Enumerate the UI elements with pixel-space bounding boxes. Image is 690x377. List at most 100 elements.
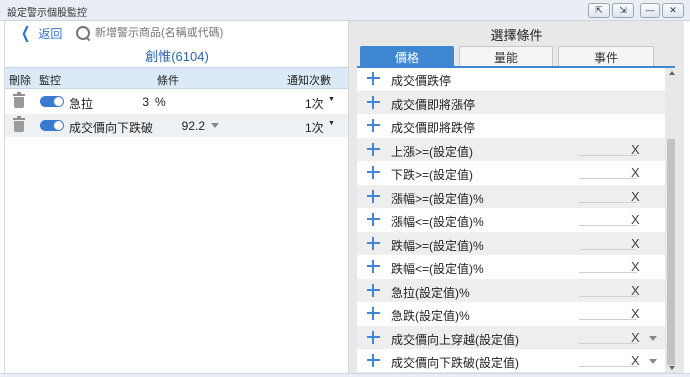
clear-icon[interactable]: X	[631, 283, 640, 298]
trash-icon[interactable]	[13, 92, 25, 108]
item-label: 漲幅<=(設定值)%	[391, 215, 484, 229]
scroll-down-icon[interactable]	[669, 366, 675, 370]
plus-icon[interactable]	[367, 189, 380, 203]
restore-icon[interactable]: ⇱	[588, 3, 610, 18]
list-item[interactable]: 成交價跌停	[357, 68, 665, 91]
item-label: 上漲>=(設定值)	[391, 144, 474, 159]
stock-title: 創惟(6104)	[145, 49, 209, 64]
window-titlebar: 設定警示個股監控 ⇱ ⇲ — ▢ ✕	[0, 0, 690, 21]
value-input[interactable]	[579, 201, 637, 203]
back-label: 返回	[38, 27, 63, 41]
list-item[interactable]: 成交價即將漲停	[357, 90, 665, 114]
list-item[interactable]: 成交價向上穿越(設定值) X	[357, 325, 665, 349]
plus-icon[interactable]	[367, 72, 380, 85]
item-label: 跌幅>=(設定值)%	[391, 238, 484, 253]
tab-price[interactable]: 價格	[360, 46, 454, 67]
clear-icon[interactable]: X	[631, 212, 640, 227]
item-label: 成交價跌停	[391, 74, 452, 88]
plus-icon[interactable]	[367, 236, 380, 250]
tab-volume[interactable]: 量能	[459, 46, 553, 67]
plus-icon[interactable]	[367, 330, 380, 344]
value-input[interactable]	[579, 342, 637, 344]
back-button[interactable]: ❮ 返回	[19, 25, 62, 42]
monitor-toggle[interactable]	[40, 96, 64, 107]
plus-icon[interactable]	[367, 119, 380, 132]
caret-down-icon[interactable]: ▼	[328, 96, 335, 103]
item-label: 漲幅>=(設定值)%	[391, 191, 484, 206]
value-input[interactable]	[579, 319, 637, 320]
close-icon[interactable]: ✕	[662, 3, 684, 18]
search-box[interactable]	[75, 24, 335, 42]
table-row: 急拉 3 % 1次 ▼	[5, 90, 349, 113]
caret-down-icon[interactable]: ▼	[328, 120, 335, 127]
plus-icon[interactable]	[367, 283, 380, 297]
frequency-select[interactable]: 1次	[305, 95, 324, 112]
plus-icon[interactable]	[367, 213, 380, 226]
window-bottom-border	[0, 373, 690, 377]
chevron-down-icon[interactable]	[211, 123, 219, 128]
condition-value[interactable]: 92.2	[175, 119, 205, 133]
value-input[interactable]	[579, 272, 637, 273]
clear-icon[interactable]: X	[631, 306, 640, 321]
item-label: 下跌>=(設定值)	[391, 168, 474, 182]
plus-icon[interactable]	[367, 260, 380, 273]
chevron-down-icon[interactable]	[649, 335, 657, 341]
plus-icon[interactable]	[367, 142, 380, 156]
scroll-up-icon[interactable]	[669, 71, 675, 75]
plus-icon[interactable]	[367, 354, 380, 367]
list-item[interactable]: 跌幅>=(設定值)% X	[357, 231, 665, 255]
search-icon	[75, 25, 91, 41]
item-label: 急跌(設定值)%	[391, 309, 470, 323]
expand-icon[interactable]: ⇲	[612, 3, 634, 18]
scrollbar-thumb[interactable]	[667, 139, 675, 365]
header-condition: 條件	[157, 75, 179, 87]
item-label: 成交價向下跌破(設定值)	[391, 356, 519, 370]
plus-icon[interactable]	[367, 95, 380, 109]
list-item[interactable]: 漲幅<=(設定值)% X	[357, 208, 665, 232]
search-input[interactable]	[95, 27, 325, 39]
window-title: 設定警示個股監控	[7, 8, 87, 19]
clear-icon[interactable]: X	[631, 165, 640, 180]
minimize-icon[interactable]: —	[640, 3, 660, 18]
clear-icon[interactable]: X	[631, 236, 640, 251]
value-input[interactable]	[579, 154, 637, 156]
list-item[interactable]: 成交價即將跌停	[357, 114, 665, 138]
list-item[interactable]: 急拉(設定值)% X	[357, 278, 665, 302]
panel-title: 選擇條件	[490, 28, 543, 43]
clear-icon[interactable]: X	[631, 189, 640, 204]
list-item[interactable]: 跌幅<=(設定值)% X	[357, 255, 665, 279]
clear-icon[interactable]: X	[631, 259, 640, 274]
list-item[interactable]: 上漲>=(設定值) X	[357, 137, 665, 161]
monitor-panel: ❮ 返回 創惟(6104) 刪除 監控 條件 通知次數 急拉 3 % 1次 ▼ …	[4, 21, 349, 373]
clear-icon[interactable]: X	[631, 353, 640, 368]
monitor-toggle[interactable]	[40, 120, 64, 131]
item-label: 成交價即將跌停	[391, 121, 476, 135]
clear-icon[interactable]: X	[631, 142, 640, 157]
condition-value[interactable]: 3	[125, 95, 149, 109]
chevron-down-icon[interactable]	[649, 359, 657, 364]
tab-event[interactable]: 事件	[558, 46, 654, 67]
list-item[interactable]: 成交價向下跌破(設定值) X	[357, 349, 665, 372]
condition-list: 成交價跌停 成交價即將漲停 成交價即將跌停 上漲>=(設定值) X 下跌>=(設…	[357, 68, 665, 372]
clear-icon[interactable]: X	[631, 330, 640, 345]
trash-icon[interactable]	[13, 116, 25, 132]
value-input[interactable]	[579, 366, 637, 367]
item-label: 成交價向上穿越(設定值)	[391, 332, 519, 347]
value-input[interactable]	[579, 248, 637, 250]
header-frequency: 通知次數	[287, 75, 331, 87]
frequency-select[interactable]: 1次	[305, 119, 324, 136]
item-label: 跌幅<=(設定值)%	[391, 262, 484, 276]
value-input[interactable]	[579, 225, 637, 226]
header-delete: 刪除	[9, 75, 31, 87]
header-monitor: 監控	[39, 75, 61, 87]
list-item[interactable]: 急跌(設定值)% X	[357, 302, 665, 326]
plus-icon[interactable]	[367, 166, 380, 179]
item-label: 急拉(設定值)%	[391, 285, 470, 300]
chevron-left-icon: ❮	[21, 24, 31, 42]
value-input[interactable]	[579, 295, 637, 297]
value-input[interactable]	[579, 178, 637, 179]
list-item[interactable]: 漲幅>=(設定值)% X	[357, 184, 665, 208]
list-item[interactable]: 下跌>=(設定值) X	[357, 161, 665, 185]
condition-name: 急拉	[69, 97, 94, 111]
plus-icon[interactable]	[367, 307, 380, 320]
